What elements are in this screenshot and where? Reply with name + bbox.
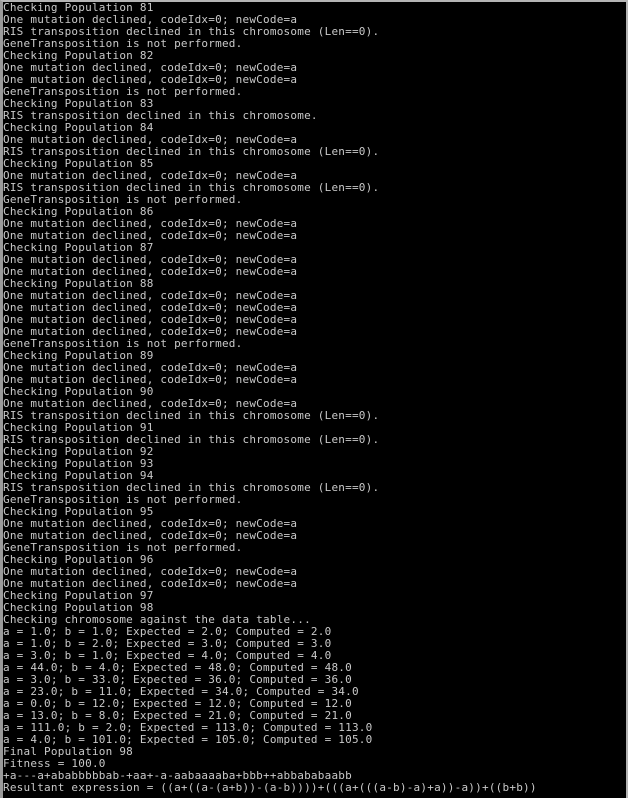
console-log-line: Resultant expression = ((a+((a-(a+b))-(a… [3, 781, 537, 794]
console-output-log[interactable]: Checking Population 81 One mutation decli… [3, 2, 626, 798]
console-window: Checking Population 81 One mutation decli… [0, 0, 628, 798]
